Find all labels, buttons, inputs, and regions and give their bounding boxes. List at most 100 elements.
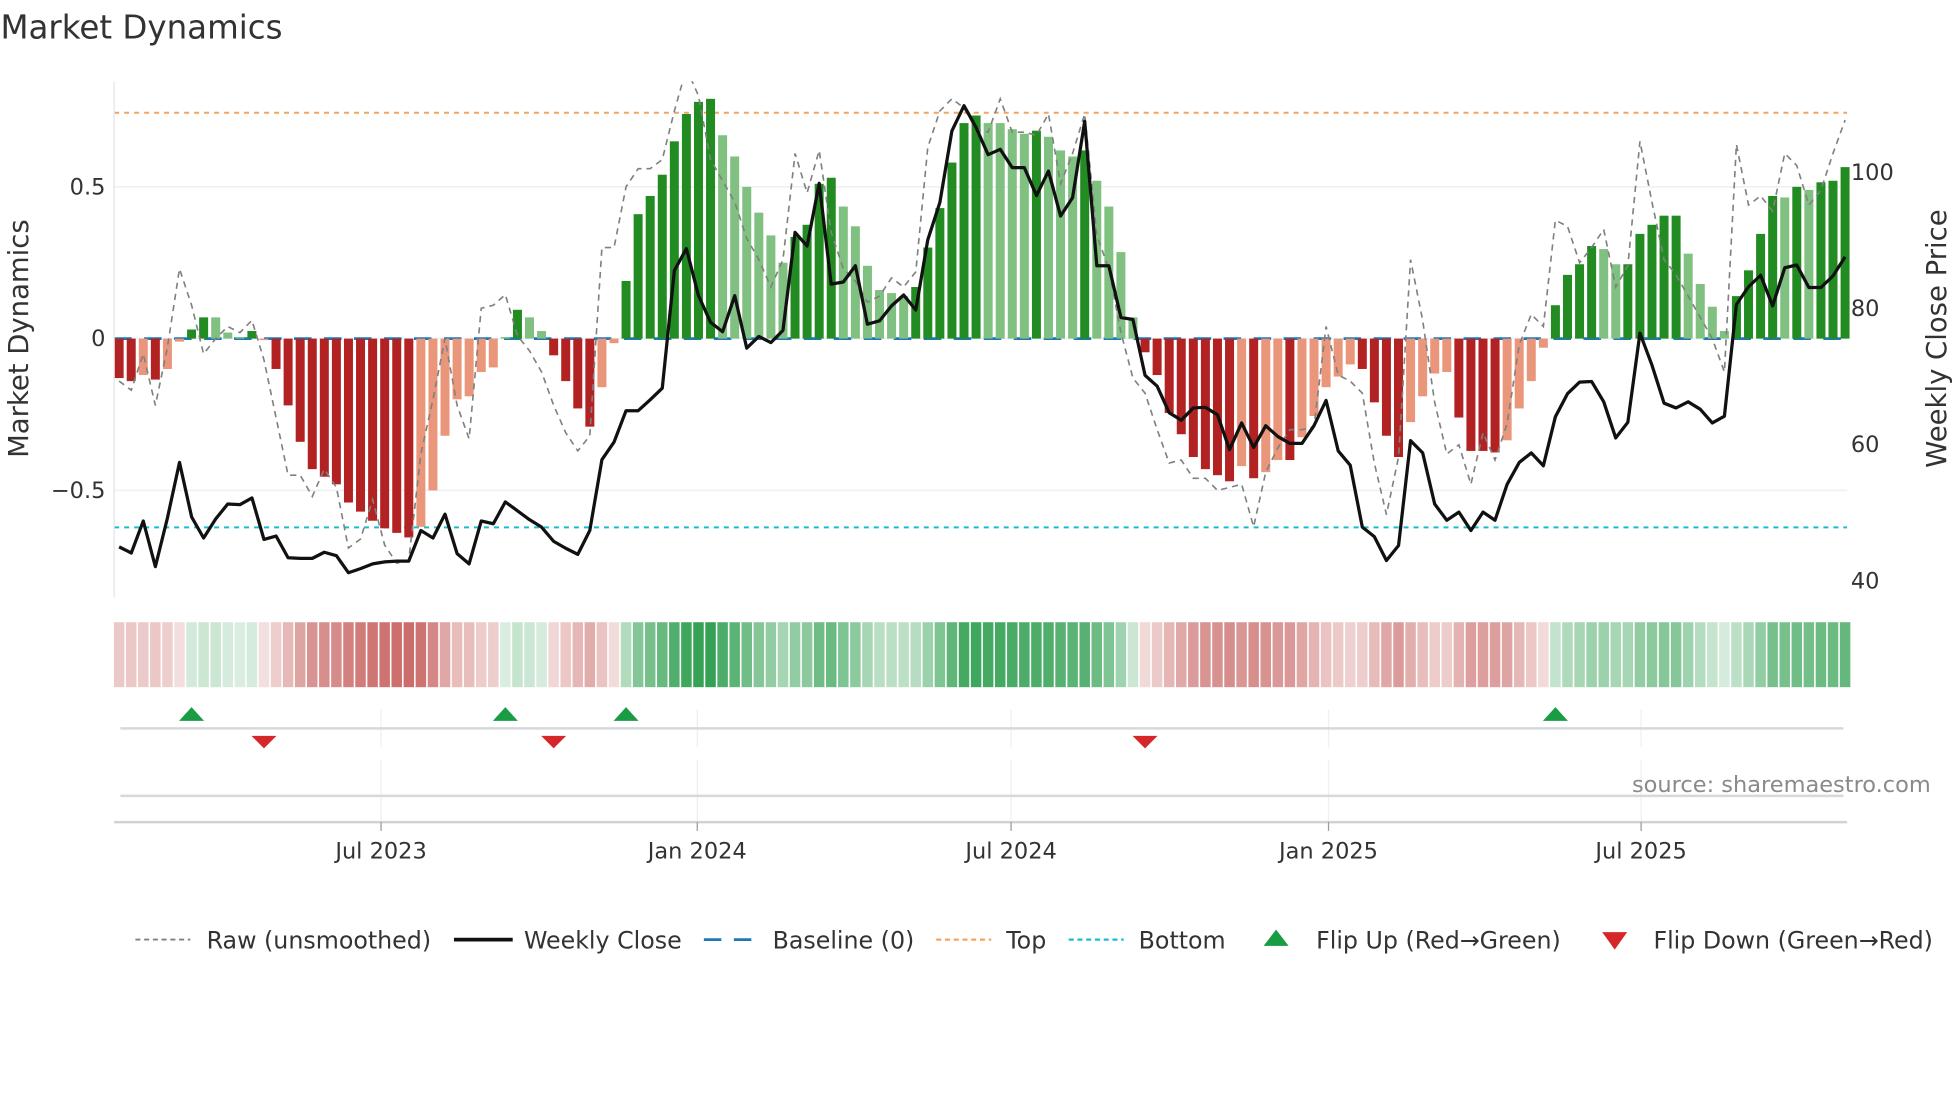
dynamics-bar — [1140, 338, 1150, 353]
heat-cell — [946, 622, 958, 688]
legend-label: Flip Up (Red→Green) — [1316, 926, 1561, 954]
heat-cell — [1139, 622, 1151, 688]
heat-cell — [584, 622, 596, 688]
dynamics-bar — [1647, 224, 1657, 339]
heat-cell — [439, 622, 451, 688]
dynamics-bar — [1043, 136, 1053, 339]
heat-cell — [657, 622, 668, 688]
dynamics-bar — [1719, 331, 1729, 339]
dynamics-bar — [1575, 264, 1585, 339]
dynamics-bar — [1116, 252, 1126, 339]
heat-cell — [1019, 622, 1030, 688]
heat-cell — [669, 622, 680, 688]
dynamics-bar — [681, 113, 691, 339]
dynamics-bar — [211, 317, 221, 339]
heat-cell — [934, 622, 946, 688]
heat-cell — [1477, 622, 1489, 688]
heat-cell — [1055, 622, 1066, 688]
heat-cell — [415, 622, 427, 688]
dynamics-bar — [331, 338, 341, 485]
legend-label: Bottom — [1139, 926, 1226, 954]
heat-cell — [1212, 622, 1223, 688]
dynamics-bar — [1768, 195, 1778, 339]
dynamics-bar — [271, 338, 281, 369]
heat-cell — [1779, 622, 1790, 688]
heat-cell — [970, 622, 982, 688]
heat-cell — [1188, 622, 1199, 688]
dynamics-bar — [971, 115, 981, 339]
heat-cell — [138, 622, 149, 688]
heat-cell — [1598, 622, 1609, 688]
flip-up-marker — [1542, 707, 1568, 721]
dynamics-bar — [1345, 338, 1355, 365]
dynamics-bar — [1212, 338, 1222, 476]
heat-cell — [1695, 622, 1706, 688]
heat-cell — [644, 622, 656, 688]
heat-cell — [1381, 622, 1392, 688]
dynamics-bar — [1804, 189, 1814, 339]
heat-cell — [500, 622, 511, 688]
flip-up-marker — [613, 707, 639, 721]
y2-tick-label: 40 — [1851, 568, 1880, 594]
dynamics-bar — [235, 337, 245, 339]
heat-cell — [451, 622, 463, 688]
heat-cell — [1260, 622, 1271, 688]
dynamics-bar — [706, 98, 716, 339]
heat-cell — [1091, 622, 1103, 688]
dynamics-bar — [392, 338, 402, 533]
heat-cell — [717, 622, 728, 688]
x-tick-label: Jul 2025 — [1593, 838, 1686, 864]
dynamics-bar — [114, 338, 124, 379]
heat-cell — [922, 622, 934, 688]
x-axis-ticks: Jul 2023 Jan 2024 Jul 2024 Jan 2025 Jul 2025 — [333, 822, 1687, 864]
heat-cell — [1441, 622, 1453, 688]
dynamics-bar — [1430, 338, 1440, 374]
heat-cell — [1489, 622, 1501, 688]
dynamics-bar — [718, 135, 728, 339]
heat-cell — [1393, 622, 1404, 688]
heat-cell — [620, 622, 632, 688]
heat-cell — [1803, 622, 1815, 688]
dynamics-bar — [404, 338, 414, 538]
heat-cell — [1634, 622, 1646, 688]
heat-cell — [246, 622, 258, 688]
heat-cell — [222, 622, 234, 688]
dynamics-bar — [1200, 338, 1210, 470]
heat-cell — [994, 622, 1006, 688]
dynamics-bar — [561, 338, 571, 382]
heat-cell — [777, 622, 789, 688]
dynamics-bar — [1381, 338, 1391, 436]
heat-cell — [1622, 622, 1634, 688]
heat-cell — [319, 622, 330, 688]
heat-cell — [1296, 622, 1308, 688]
heat-cell — [1103, 622, 1115, 688]
heat-cell — [1115, 622, 1127, 688]
market-dynamics-chart: Market Dynamics 0.5 0 −0.5 100 80 60 40 Jul 20… — [0, 9, 1952, 955]
heat-strip — [113, 622, 1851, 688]
heat-cell — [741, 622, 753, 688]
heat-cell — [1815, 622, 1827, 688]
heat-cell — [1284, 622, 1296, 688]
dynamics-bar — [1599, 249, 1609, 339]
dynamics-bar — [283, 338, 293, 406]
dynamics-bar — [319, 338, 329, 477]
dynamics-bar — [657, 174, 667, 339]
heat-cell — [198, 622, 209, 688]
heat-cell — [391, 622, 402, 688]
heat-cell — [765, 622, 777, 688]
dynamics-bar — [223, 332, 233, 339]
heat-cell — [801, 622, 813, 688]
dynamics-bar — [1031, 130, 1041, 339]
heat-cell — [1320, 622, 1332, 688]
heat-cell — [1357, 622, 1368, 688]
dynamics-bar — [1225, 338, 1235, 482]
heat-cell — [113, 622, 125, 688]
dynamics-bar — [1442, 338, 1452, 373]
heat-cell — [427, 622, 439, 688]
dynamics-bar — [187, 329, 197, 339]
heat-cell — [1839, 622, 1851, 688]
heat-cell — [343, 622, 354, 688]
heat-cell — [958, 622, 970, 688]
y-tick-label: 0.5 — [70, 174, 106, 200]
x-tick-label: Jan 2024 — [646, 838, 747, 864]
